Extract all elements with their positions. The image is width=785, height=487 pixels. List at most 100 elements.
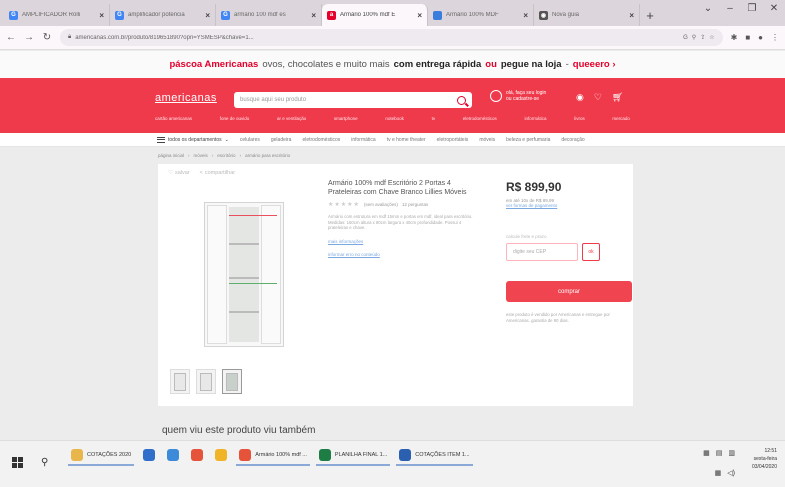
location-icon[interactable]: ◉ — [576, 92, 584, 103]
department-link[interactable]: decoração — [561, 137, 584, 143]
tab-close-icon[interactable]: × — [99, 11, 104, 20]
payment-options-link[interactable]: ver formas de pagamento — [506, 203, 632, 208]
category-link[interactable]: fone de ouvido — [220, 116, 250, 121]
tray-app-icon[interactable]: ▦ — [703, 449, 710, 457]
login-link[interactable]: olá, faça seu login ou cadastre-se — [490, 90, 546, 102]
share-icon[interactable]: ⇪ — [700, 34, 705, 41]
breadcrumb-separator-icon: › — [239, 153, 242, 158]
windows-start-icon[interactable] — [12, 457, 23, 468]
bookmark-star-icon[interactable]: ☆ — [709, 34, 714, 41]
taskbar-app-icon — [143, 449, 156, 461]
taskbar-app[interactable]: COTAÇÕES ITEM 1... — [396, 446, 473, 466]
browser-tab[interactable]: ◉ Nova guia × — [534, 4, 640, 26]
promo-banner[interactable]: páscoa Americanas ovos, chocolates e mui… — [0, 51, 785, 78]
forward-icon[interactable]: → — [24, 32, 34, 43]
more-info-link[interactable]: mais informações — [328, 239, 478, 244]
search-icon[interactable] — [457, 95, 466, 105]
browser-tab[interactable]: Armário 100% MDF × — [428, 4, 534, 26]
taskbar-app[interactable] — [212, 446, 230, 466]
clock[interactable]: 12:51 sexta-feira 03/04/2020 — [752, 447, 777, 471]
department-link[interactable]: geladeira — [271, 137, 292, 143]
zoom-icon[interactable]: ⚲ — [692, 34, 696, 41]
department-link[interactable]: móveis — [479, 137, 495, 143]
tab-close-icon[interactable]: × — [629, 11, 634, 20]
taskbar-app[interactable]: COTAÇÕES 2020 — [68, 446, 135, 466]
category-link[interactable]: mercado — [612, 116, 630, 121]
tab-close-icon[interactable]: × — [205, 11, 210, 20]
thumbnail[interactable] — [196, 369, 216, 394]
category-link[interactable]: notebook — [385, 116, 404, 121]
minimize-button[interactable]: – — [719, 3, 741, 14]
department-link[interactable]: informática — [351, 137, 375, 143]
department-link[interactable]: eletroportáteis — [437, 137, 469, 143]
department-link[interactable]: celulares — [240, 137, 260, 143]
breadcrumb-item[interactable]: armário para escritório — [245, 153, 290, 158]
department-link[interactable]: eletrodomésticos — [302, 137, 340, 143]
tab-close-icon[interactable]: × — [523, 11, 528, 20]
share-button[interactable]: < compartilhar — [200, 170, 235, 176]
browser-tab[interactable]: Garmário 100 mdf es × — [216, 4, 322, 26]
department-link[interactable]: beleza e perfumaria — [506, 137, 550, 143]
rating-text[interactable]: (sem avaliações) — [364, 202, 398, 207]
category-link[interactable]: livros — [574, 116, 585, 121]
breadcrumb-separator-icon: › — [188, 153, 190, 158]
taskbar-app[interactable] — [188, 446, 206, 466]
thumbnail[interactable] — [222, 369, 242, 394]
category-link[interactable]: ar e ventilação — [277, 116, 306, 121]
rating-stars-icon[interactable]: ★★★★★ — [328, 201, 360, 208]
browser-tab[interactable]: a Armário 100% mdf E × — [322, 4, 428, 26]
taskbar-app[interactable]: Armário 100% mdf ... — [236, 446, 310, 466]
breadcrumb-item[interactable]: página inicial — [158, 153, 184, 158]
google-icon[interactable]: G — [683, 35, 688, 41]
promo-cta[interactable]: queeero › — [573, 59, 616, 70]
category-link[interactable]: informática — [525, 116, 547, 121]
category-link[interactable]: cartão americanas — [155, 116, 192, 121]
profile-icon[interactable]: ● — [758, 33, 763, 42]
url-field[interactable]: 🔒︎ americanas.com.br/produto/819651890?o… — [60, 29, 723, 46]
taskbar-app[interactable]: PLANILHA FINAL 1... — [315, 446, 391, 466]
tray-app-icon[interactable]: ▤ — [716, 449, 723, 457]
category-link[interactable]: tv — [432, 116, 436, 121]
taskbar-search-icon[interactable]: ⚲ — [41, 457, 48, 468]
taskbar-app[interactable] — [164, 446, 182, 466]
cart-icon[interactable]: 🛒︎ — [612, 92, 623, 103]
tab-favicon-icon: a — [327, 10, 336, 20]
menu-dots-icon[interactable]: ⋮ — [771, 33, 779, 42]
breadcrumb-item[interactable]: móveis — [194, 153, 208, 158]
close-window-button[interactable]: ✕ — [763, 3, 785, 14]
browser-tab[interactable]: Gamplificador potencia × — [110, 4, 216, 26]
reload-icon[interactable]: ↻ — [42, 32, 52, 43]
extensions-icon[interactable]: ✱ — [731, 33, 738, 42]
breadcrumb-item[interactable]: escritório — [217, 153, 235, 158]
cep-input[interactable]: digite seu CEP — [506, 243, 578, 261]
media-icon[interactable]: ■ — [745, 33, 750, 42]
category-link[interactable]: eletrodomésticos — [463, 116, 497, 121]
search-input[interactable]: busque aqui seu produto — [234, 92, 472, 108]
tray-system-icons: ▦ ◁) — [715, 469, 735, 477]
department-link[interactable]: tv e home theater — [387, 137, 426, 143]
cep-ok-button[interactable]: ok — [582, 243, 600, 261]
questions-link[interactable]: 12 perguntas — [402, 202, 428, 207]
heart-icon[interactable]: ♡ — [594, 92, 602, 103]
category-link[interactable]: smartphone — [334, 116, 358, 121]
tab-search-icon[interactable]: ⌄ — [697, 3, 719, 14]
back-icon[interactable]: ← — [6, 32, 16, 43]
tray-app-icon[interactable]: ▥ — [728, 449, 735, 457]
network-icon[interactable]: ▦ — [715, 469, 722, 477]
americanas-logo[interactable]: americanas — [155, 92, 217, 104]
buy-button[interactable]: comprar — [506, 281, 632, 302]
new-tab-button[interactable]: + — [640, 4, 660, 26]
promo-text: ovos, chocolates e muito mais — [262, 59, 390, 70]
department-bar: todos os departamentos ⌄ celulares gelade… — [0, 133, 785, 147]
maximize-button[interactable]: ❐ — [741, 3, 763, 14]
product-image[interactable] — [204, 202, 284, 347]
tab-close-icon[interactable]: × — [417, 11, 422, 20]
tab-close-icon[interactable]: × — [311, 11, 316, 20]
save-button[interactable]: ♡ salvar — [168, 170, 190, 176]
taskbar-app[interactable] — [140, 446, 158, 466]
report-error-link[interactable]: informar erro no conteúdo — [328, 252, 478, 257]
speaker-icon[interactable]: ◁) — [727, 469, 735, 477]
browser-tab[interactable]: G AMPLIFICADOR Rolli × — [4, 4, 110, 26]
thumbnail[interactable] — [170, 369, 190, 394]
all-departments-button[interactable]: todos os departamentos ⌄ — [157, 136, 229, 143]
